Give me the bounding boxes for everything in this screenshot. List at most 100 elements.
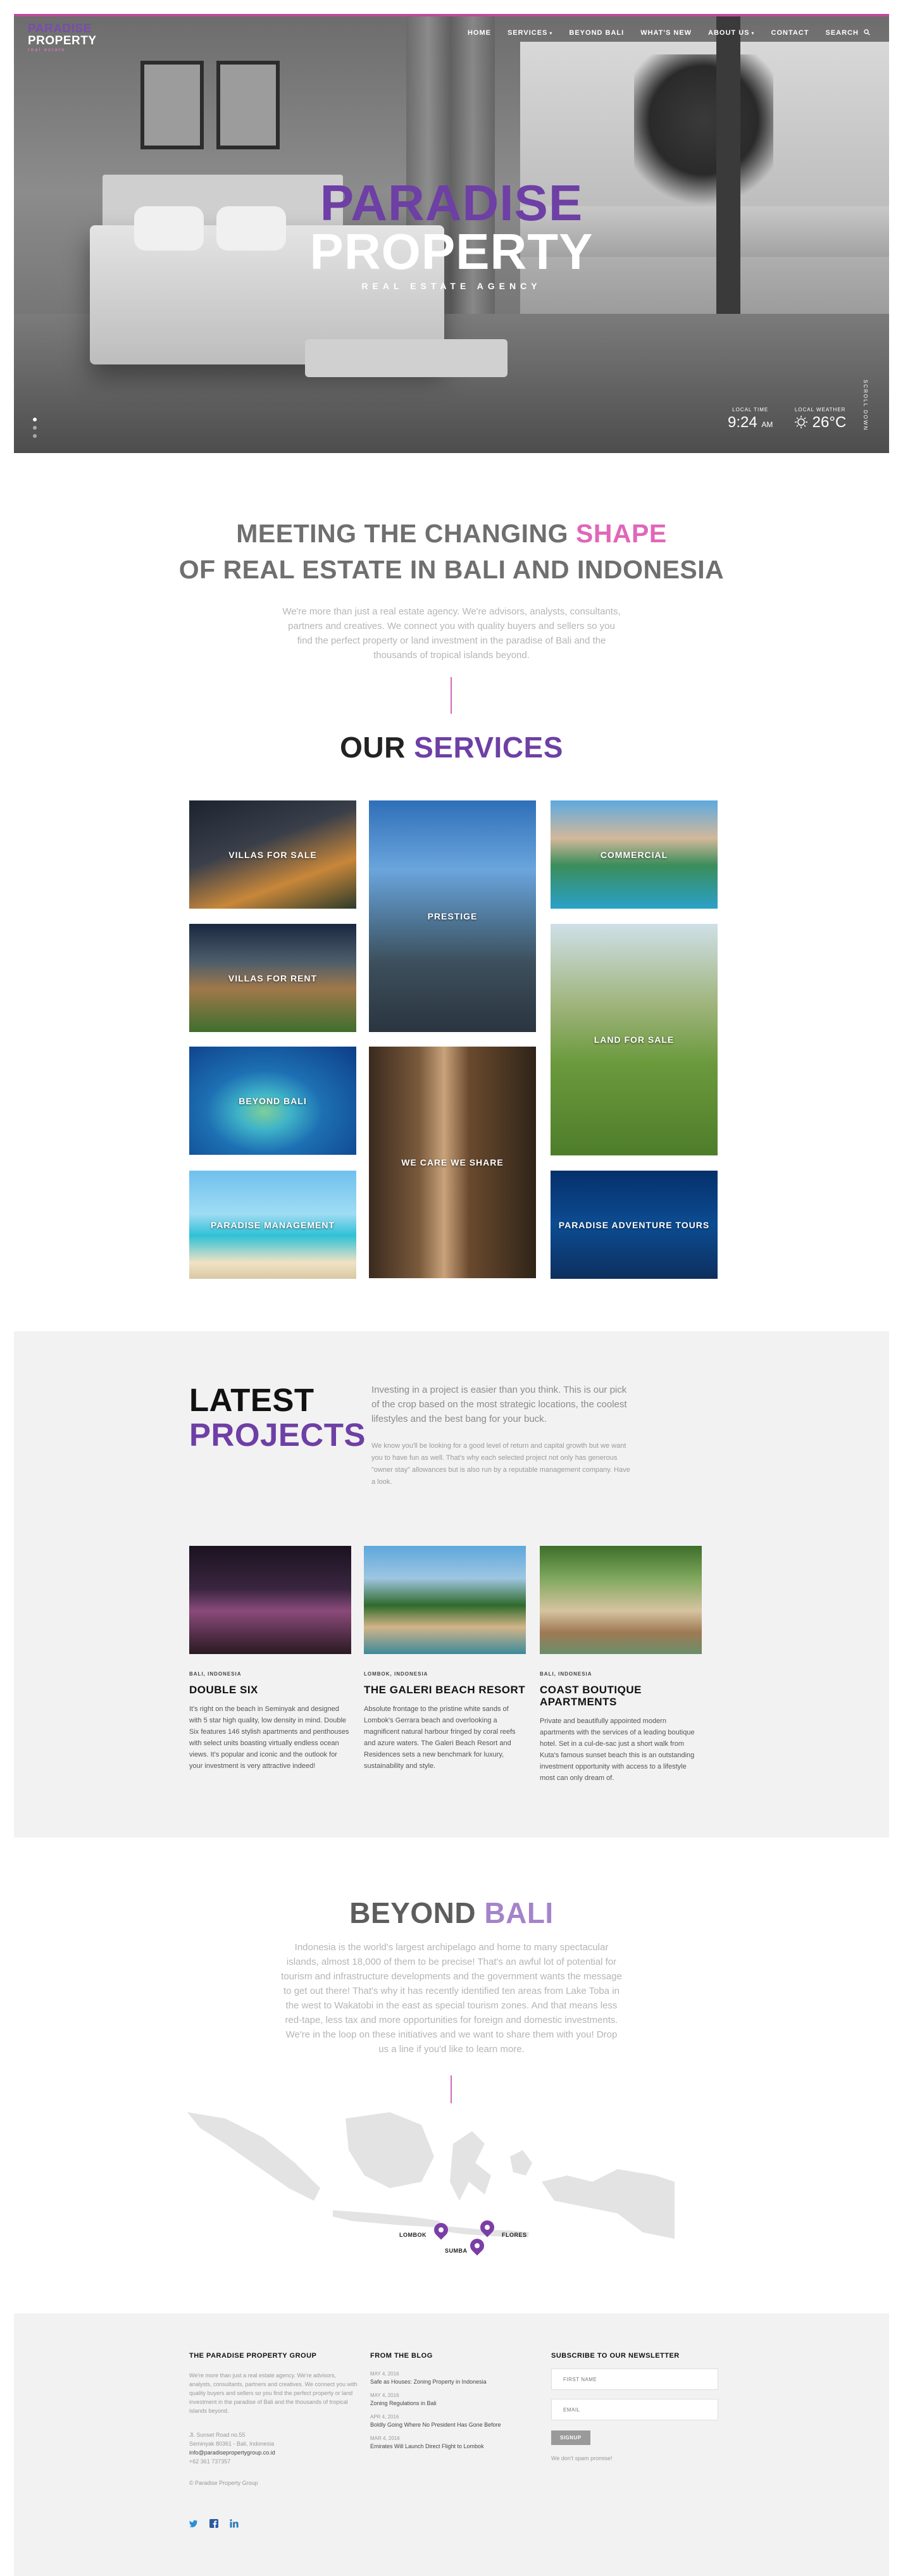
- slider-dots: [33, 418, 37, 438]
- blog-post-link[interactable]: Safe as Houses: Zoning Property in Indon…: [370, 2379, 535, 2385]
- project-name[interactable]: COAST BOUTIQUE APARTMENTS: [540, 1684, 702, 1708]
- service-tile-label: PARADISE ADVENTURE TOURS: [558, 1219, 710, 1230]
- hero-title: PARADISE PROPERTY REAL ESTATE AGENCY: [14, 178, 889, 292]
- project-location: BALI, INDONESIA: [189, 1671, 242, 1677]
- project-image-double-six[interactable]: [189, 1546, 351, 1654]
- service-tile-land-for-sale[interactable]: LAND FOR SALE: [551, 924, 718, 1155]
- service-tile-prestige[interactable]: PRESTIGE: [369, 800, 536, 1032]
- project-location: BALI, INDONESIA: [540, 1671, 592, 1677]
- service-tile-beyond-bali[interactable]: BEYOND BALI: [189, 1047, 356, 1155]
- service-tile-villas-for-rent[interactable]: VILLAS FOR RENT: [189, 924, 356, 1032]
- service-tile-label: VILLAS FOR RENT: [228, 973, 318, 983]
- scroll-down-indicator[interactable]: SCROLL DOWN: [863, 380, 868, 431]
- intro-heading: MEETING THE CHANGING SHAPE OF REAL ESTAT…: [0, 516, 903, 588]
- page: PARADISE PROPERTY real estate HOME SERVI…: [0, 0, 903, 2576]
- nav-item-label: CONTACT: [771, 29, 809, 37]
- nav-item-home[interactable]: HOME: [468, 29, 491, 37]
- project-image-galeri-beach[interactable]: [364, 1546, 526, 1654]
- beyond-bali-body: Indonesia is the world's largest archipe…: [281, 1942, 622, 2055]
- search-icon: [864, 29, 870, 35]
- map-island-papua: [542, 2169, 675, 2239]
- slider-dot[interactable]: [33, 426, 37, 430]
- projects-lead: Investing in a project is easier than yo…: [371, 1384, 627, 1424]
- project-name[interactable]: THE GALERI BEACH RESORT: [364, 1684, 526, 1696]
- local-weather-value: 26°C: [794, 414, 846, 432]
- nav-item-label: BEYOND BALI: [569, 29, 625, 37]
- nav-item-beyond-bali[interactable]: BEYOND BALI: [569, 29, 624, 37]
- linkedin-icon[interactable]: [230, 2519, 239, 2528]
- chevron-down-icon: ▾: [549, 30, 553, 36]
- project-description: Absolute frontage to the pristine white …: [364, 1705, 516, 1770]
- service-tile-we-care-we-share[interactable]: WE CARE WE SHARE: [369, 1047, 536, 1278]
- project-card: LOMBOK, INDONESIA THE GALERI BEACH RESOR…: [364, 1671, 526, 1772]
- time-digits: 9:24: [728, 414, 757, 431]
- service-tile-label: PRESTIGE: [427, 911, 478, 921]
- beyond-bali-heading: BEYOND BALI: [0, 1896, 903, 1930]
- map-pin-label: LOMBOK: [399, 2232, 427, 2238]
- local-time: LOCAL TIME 9:24 AM: [728, 407, 773, 432]
- newsletter-email-field[interactable]: EMAIL: [551, 2399, 718, 2420]
- map-island-maluku: [510, 2150, 532, 2175]
- nav-search-button[interactable]: SEARCH: [825, 29, 870, 37]
- intro-body: We're more than just a real estate agenc…: [282, 606, 621, 661]
- signup-button[interactable]: SIGNUP: [551, 2430, 590, 2445]
- slider-dot[interactable]: [33, 434, 37, 438]
- local-weather-label: LOCAL WEATHER: [794, 407, 846, 413]
- top-navigation: PARADISE PROPERTY real estate HOME SERVI…: [14, 16, 889, 54]
- hero-bench: [305, 339, 508, 377]
- service-tile-paradise-adventure-tours[interactable]: PARADISE ADVENTURE TOURS: [551, 1171, 718, 1279]
- services-heading-part2: SERVICES: [414, 731, 563, 764]
- search-label: SEARCH: [825, 29, 859, 37]
- site-logo[interactable]: PARADISE PROPERTY real estate: [28, 23, 97, 53]
- blog-post-link[interactable]: Emirates Will Launch Direct Flight to Lo…: [370, 2443, 535, 2449]
- map-island-sulawesi: [450, 2131, 491, 2201]
- indonesia-map: [187, 2112, 675, 2239]
- services-heading: OUR SERVICES: [0, 730, 903, 764]
- nav-item-label: SERVICES: [507, 29, 548, 37]
- nav-item-services[interactable]: SERVICES ▾: [508, 29, 552, 37]
- blog-post-date: APR 4, 2016: [370, 2414, 399, 2420]
- slider-dot[interactable]: [33, 418, 37, 421]
- map-island-sumatra: [187, 2112, 320, 2201]
- footer-email-link[interactable]: info@paradisepropertygroup.co.id: [189, 2448, 360, 2457]
- temperature: 26°C: [812, 414, 847, 431]
- project-image-coast-boutique[interactable]: [540, 1546, 702, 1654]
- service-tile-label: VILLAS FOR SALE: [228, 849, 317, 860]
- newsletter-name-field[interactable]: FIRST NAME: [551, 2368, 718, 2390]
- intro-section: MEETING THE CHANGING SHAPE OF REAL ESTAT…: [0, 516, 903, 663]
- service-tile-villas-for-sale[interactable]: VILLAS FOR SALE: [189, 800, 356, 909]
- nav-item-about-us[interactable]: ABOUT US ▾: [708, 29, 754, 37]
- service-tile-commercial[interactable]: COMMERCIAL: [551, 800, 718, 909]
- project-name[interactable]: DOUBLE SIX: [189, 1684, 351, 1696]
- logo-word-3: real estate: [28, 47, 66, 53]
- nav-item-label: HOME: [467, 29, 491, 37]
- nav-item-contact[interactable]: CONTACT: [771, 29, 809, 37]
- local-time-label: LOCAL TIME: [732, 407, 769, 413]
- map-pin-label: FLORES: [502, 2232, 527, 2238]
- facebook-icon[interactable]: [209, 2519, 218, 2528]
- hero-picture-frame: [216, 61, 280, 149]
- footer-about-title: THE PARADISE PROPERTY GROUP: [189, 2352, 317, 2360]
- service-tile-label: COMMERCIAL: [600, 849, 668, 860]
- footer-newsletter-column: SUBSCRIBE TO OUR NEWSLETTER FIRST NAME E…: [551, 2352, 722, 2463]
- footer-about-text: We're more than just a real estate agenc…: [189, 2372, 358, 2414]
- footer-blog-column: FROM THE BLOG MAY 4, 2016 Safe as Houses…: [370, 2352, 535, 2449]
- service-tile-paradise-management[interactable]: PARADISE MANAGEMENT: [189, 1171, 356, 1279]
- service-tile-label: LAND FOR SALE: [594, 1035, 675, 1045]
- section-divider: [451, 677, 452, 714]
- nav-item-whats-new[interactable]: WHAT'S NEW: [640, 29, 692, 37]
- blog-post-link[interactable]: Zoning Regulations in Bali: [370, 2400, 535, 2406]
- blog-post-link[interactable]: Boldly Going Where No President Has Gone…: [370, 2422, 535, 2428]
- blog-post-date: MAY 4, 2016: [370, 2371, 399, 2377]
- chevron-down-icon: ▾: [751, 30, 755, 36]
- map-island-java: [333, 2210, 440, 2227]
- twitter-icon[interactable]: [189, 2519, 198, 2528]
- blog-post-date: MAY 4, 2016: [370, 2392, 399, 2398]
- weather-sun-icon: [795, 416, 807, 428]
- footer-about-column: THE PARADISE PROPERTY GROUP We're more t…: [189, 2352, 360, 2487]
- blog-post-date: MAR 4, 2016: [370, 2436, 400, 2441]
- project-location: LOMBOK, INDONESIA: [364, 1671, 428, 1677]
- service-tile-label: WE CARE WE SHARE: [401, 1157, 504, 1167]
- logo-word-2: PROPERTY: [28, 34, 97, 47]
- footer-address-line2: Seminyak 80361 - Bali, Indonesia: [189, 2441, 275, 2447]
